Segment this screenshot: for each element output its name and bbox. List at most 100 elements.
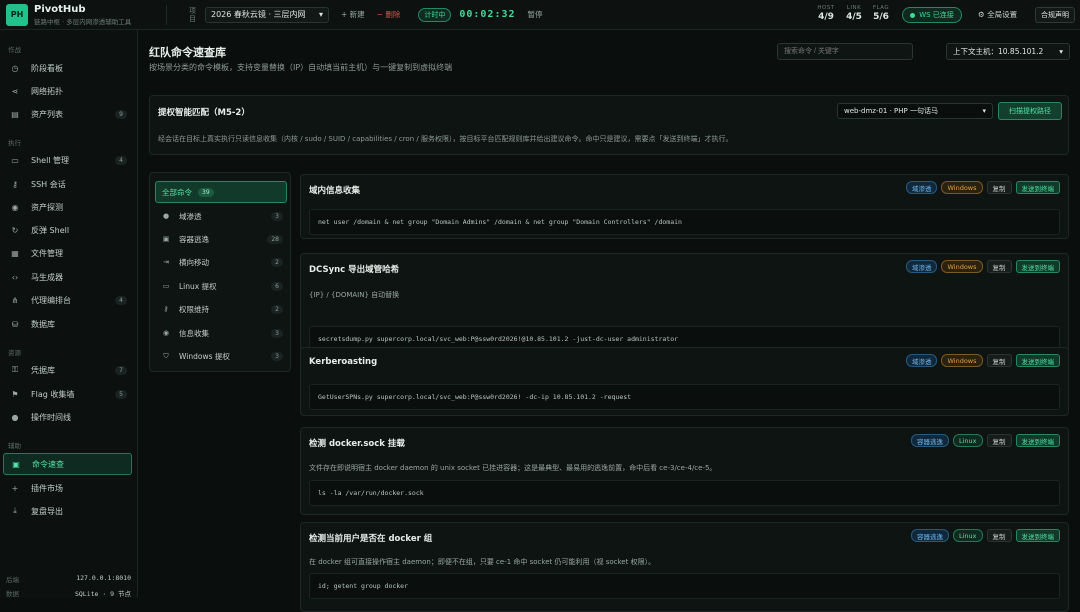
timer-status-badge: 计时中 <box>418 7 452 22</box>
sidebar-item-shell[interactable]: ▭ Shell 管理 4 <box>3 149 132 171</box>
copy-button[interactable]: 复制 <box>986 529 1012 542</box>
stat-host-label: HOST <box>817 5 835 11</box>
category-all[interactable]: 全部命令 39 <box>155 181 287 203</box>
copy-button[interactable]: 复制 <box>986 181 1012 194</box>
key-icon: ⚷ <box>12 179 18 189</box>
command-code[interactable]: GetUserSPNs.py supercorp.local/svc_web:P… <box>309 384 1060 410</box>
key-icon: ⚷ <box>163 305 169 313</box>
sidebar: 作战 ◷ 阶段看板 ⋖ 网络拓扑 ▤ 资产列表 9 执行 ▭ Shell 管理 4 ⚷ SSH… <box>0 30 138 598</box>
category-persistence[interactable]: ⚷ 权限维持 2 <box>155 298 287 320</box>
count-badge: 5 <box>115 389 127 399</box>
count-badge: 3 <box>271 351 283 361</box>
project-select-value: 2026 春秋云镜 · 三层内网 <box>211 10 306 19</box>
sidebar-item-label: 复盘导出 <box>31 506 63 516</box>
global-settings-label: 全局设置 <box>987 10 1018 19</box>
sidebar-item-credentials[interactable]: ⚿ 凭据库 7 <box>3 359 132 381</box>
send-to-terminal-button[interactable]: 发送到终端 <box>1015 529 1060 542</box>
project-select[interactable]: 2026 春秋云镜 · 三层内网 ▾ <box>205 6 329 23</box>
command-card: 检测 docker.sock 挂载 容器逃逸 Linux 复制 发送到终端 文件… <box>300 427 1069 515</box>
send-to-terminal-button[interactable]: 发送到终端 <box>1015 260 1060 273</box>
backend-value: 127.0.0.1:8010 <box>76 574 131 582</box>
category-linux-privesc[interactable]: ▭ Linux 提权 6 <box>155 275 287 297</box>
count-badge: 7 <box>115 365 127 375</box>
command-title: 检测 docker.sock 挂载 <box>309 439 405 449</box>
copy-button[interactable]: 复制 <box>986 260 1012 273</box>
sidebar-item-flags[interactable]: ⚑ Flag 收集墙 5 <box>3 383 132 405</box>
plus-icon: + <box>11 483 19 493</box>
command-title: 域内信息收集 <box>309 186 361 196</box>
sidebar-item-label: 命令速查 <box>32 459 64 469</box>
global-settings-button[interactable]: ⚙ 全局设置 <box>978 9 1017 20</box>
command-title: DCSync 导出域管哈希 <box>309 265 400 275</box>
send-to-terminal-button[interactable]: 发送到终端 <box>1015 354 1060 367</box>
new-project-button[interactable]: + 新建 <box>341 9 365 20</box>
sidebar-section-title: 执行 <box>8 139 21 147</box>
scan-privesc-button[interactable]: 扫描提权路径 <box>998 102 1062 120</box>
command-description: 文件存在即说明宿主 docker daemon 的 unix socket 已挂… <box>309 464 717 472</box>
globe-icon: ◉ <box>11 202 19 212</box>
refresh-icon: ↻ <box>11 225 19 235</box>
key-icon: ⚿ <box>11 365 19 374</box>
sidebar-item-payload-generator[interactable]: ‹› 马生成器 <box>3 266 132 288</box>
page-title: 红队命令速查库 <box>149 46 226 59</box>
compliance-button[interactable]: 合规声明 <box>1035 7 1075 23</box>
app-title: PivotHub <box>34 3 86 15</box>
count-badge: 3 <box>271 211 283 221</box>
category-recon[interactable]: ◉ 信息收集 3 <box>155 322 287 344</box>
sidebar-item-command-reference[interactable]: ▣ 命令速查 <box>3 453 132 475</box>
pause-button[interactable]: 暂停 <box>528 9 543 20</box>
category-windows-privesc[interactable]: ⛉ Windows 提权 3 <box>155 345 287 367</box>
top-bar: PH PivotHub 链路中枢 · 多层内网渗透辅助工具 项目 2026 春秋… <box>0 0 1080 30</box>
sidebar-item-assets[interactable]: ▤ 资产列表 9 <box>3 103 132 125</box>
command-code[interactable]: net user /domain & net group "Domain Adm… <box>309 209 1060 235</box>
command-actions: 域渗透 Windows 复制 发送到终端 <box>905 260 1060 273</box>
search-input[interactable] <box>777 43 913 60</box>
category-lateral-movement[interactable]: ⇥ 横向移动 2 <box>155 251 287 273</box>
command-actions: 域渗透 Windows 复制 发送到终端 <box>905 181 1060 194</box>
divider <box>166 4 167 25</box>
send-to-terminal-button[interactable]: 发送到终端 <box>1015 434 1060 447</box>
sidebar-item-probe[interactable]: ◉ 资产探测 <box>3 196 132 218</box>
category-container-escape[interactable]: ▣ 容器逃逸 28 <box>155 228 287 250</box>
sidebar-item-files[interactable]: ▦ 文件管理 <box>3 242 132 264</box>
sidebar-item-plugins[interactable]: + 插件市场 <box>3 477 132 499</box>
sidebar-item-ssh[interactable]: ⚷ SSH 会话 <box>3 173 132 195</box>
network-icon: ⋔ <box>11 295 19 305</box>
copy-button[interactable]: 复制 <box>986 434 1012 447</box>
sidebar-item-label: 反弹 Shell <box>31 225 70 235</box>
brand: PivotHub 链路中枢 · 多层内网渗透辅助工具 <box>34 4 154 26</box>
sidebar-item-topology[interactable]: ⋖ 网络拓扑 <box>3 80 132 102</box>
command-code[interactable]: ls -la /var/run/docker.sock <box>309 480 1060 506</box>
privesc-panel: 提权智能匹配（M5-2） web-dmz-01 · PHP 一句话马 ▾ 扫描提… <box>149 95 1069 155</box>
delete-project-button[interactable]: − 删除 <box>377 9 401 20</box>
download-icon: ⤓ <box>13 506 17 515</box>
copy-button[interactable]: 复制 <box>986 354 1012 367</box>
stat-link-label: LINK <box>846 5 862 11</box>
stat-flag-label: FLAG <box>872 5 890 11</box>
count-badge: 4 <box>115 155 127 165</box>
send-to-terminal-button[interactable]: 发送到终端 <box>1015 181 1060 194</box>
sidebar-item-label: 数据库 <box>31 319 55 329</box>
command-code[interactable]: id; getent group docker <box>309 573 1060 599</box>
category-label: Windows 提权 <box>179 351 230 361</box>
category-domain[interactable]: ● 域渗透 3 <box>155 205 287 227</box>
sidebar-item-database[interactable]: ⛁ 数据库 <box>3 313 132 335</box>
command-actions: 容器逃逸 Linux 复制 发送到终端 <box>910 434 1060 447</box>
terminal-icon: ▭ <box>11 155 19 165</box>
chevron-down-icon: ▾ <box>982 107 986 115</box>
command-card: 域内信息收集 域渗透 Windows 复制 发送到终端 net user /do… <box>300 174 1069 239</box>
command-description: 在 docker 组可直接操作宿主 daemon；即便不在组，只要 ce-1 命… <box>309 558 656 566</box>
category-list: 全部命令 39 ● 域渗透 3 ▣ 容器逃逸 28 ⇥ 横向移动 2 ▭ Linux 提权 6 ⚷… <box>149 172 291 372</box>
tag-badge: 域渗透 <box>905 181 938 194</box>
context-host-select[interactable]: 上下文主机：10.85.101.2 ▾ <box>946 43 1070 60</box>
sidebar-item-stage-board[interactable]: ◷ 阶段看板 <box>3 57 132 79</box>
shield-icon: ⛉ <box>163 351 169 360</box>
sidebar-item-label: 网络拓扑 <box>31 86 63 96</box>
privesc-target-select[interactable]: web-dmz-01 · PHP 一句话马 ▾ <box>837 103 993 119</box>
stat-link-value: 4/5 <box>846 12 862 22</box>
sidebar-section-title: 辅助 <box>8 442 21 450</box>
sidebar-item-proxy[interactable]: ⋔ 代理编排台 4 <box>3 289 132 311</box>
sidebar-item-timeline[interactable]: ● 操作时间线 <box>3 406 132 428</box>
sidebar-item-export[interactable]: ⤓ 复盘导出 <box>3 500 132 522</box>
sidebar-item-reverse-shell[interactable]: ↻ 反弹 Shell <box>3 219 132 241</box>
